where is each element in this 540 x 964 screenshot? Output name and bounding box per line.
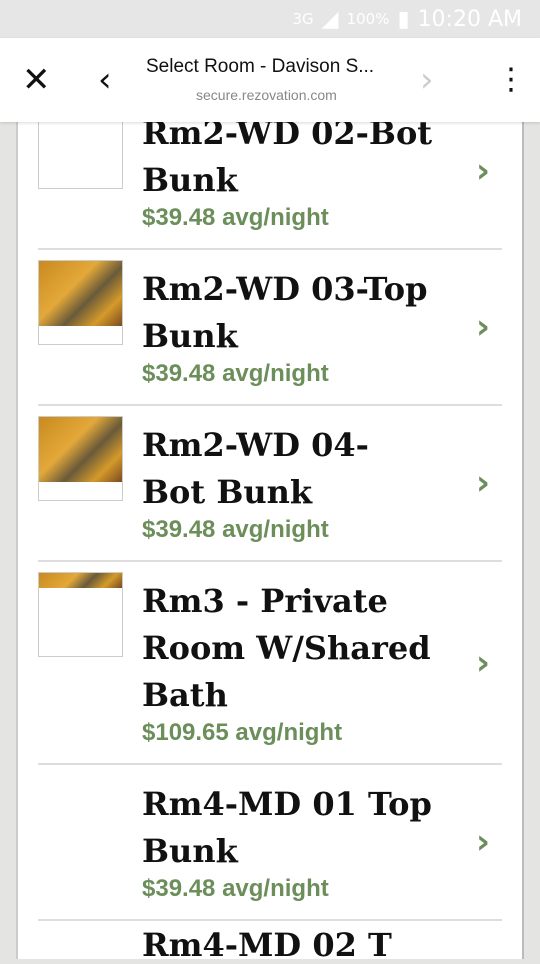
room-photo	[39, 573, 122, 588]
room-thumbnail[interactable]	[38, 260, 123, 345]
status-bar: 3G ◢ 100% ▮ 10:20 AM	[0, 0, 540, 38]
back-icon[interactable]: ‹	[98, 58, 112, 102]
close-icon[interactable]: ✕	[22, 58, 51, 102]
room-name[interactable]: Rm4-MD 01 Top Bunk	[142, 781, 442, 875]
battery-level: 100%	[346, 10, 390, 28]
signal-icon: ◢	[321, 6, 339, 32]
room-thumbnail[interactable]	[38, 416, 123, 501]
clock: 10:20 AM	[417, 6, 522, 32]
room-price: $39.48 avg/night	[142, 360, 329, 387]
room-thumbnail[interactable]	[38, 572, 123, 657]
room-list-item[interactable]: Rm2-WD 03-Top Bunk $39.48 avg/night ›	[38, 250, 502, 406]
network-indicator: 3G	[292, 10, 314, 28]
room-list-card: Rm2-WD 02-Bot Bunk $39.48 avg/night › Rm2-W…	[16, 94, 524, 961]
chevron-right-icon[interactable]: ›	[476, 463, 490, 503]
room-name[interactable]: Rm2-WD 04- Bot Bunk	[142, 422, 442, 516]
room-name[interactable]: Rm2-WD 03-Top Bunk	[142, 266, 442, 360]
room-list-item[interactable]: Rm4-MD 01 Top Bunk $39.48 avg/night ›	[38, 765, 502, 921]
room-price: $109.65 avg/night	[142, 719, 343, 746]
room-photo	[39, 261, 122, 326]
room-name[interactable]: Rm2-WD 02-Bot Bunk	[142, 110, 442, 204]
chevron-right-icon[interactable]: ›	[476, 822, 490, 862]
room-list-item[interactable]: Rm4-MD 02 T	[38, 921, 502, 961]
chevron-right-icon[interactable]: ›	[476, 307, 490, 347]
room-list: Rm2-WD 02-Bot Bunk $39.48 avg/night › Rm2-W…	[18, 94, 522, 961]
room-price: $39.48 avg/night	[142, 516, 329, 543]
chevron-right-icon[interactable]: ›	[476, 643, 490, 683]
chevron-right-icon[interactable]: ›	[476, 151, 490, 191]
page-url: secure.rezovation.com	[196, 87, 337, 103]
forward-icon[interactable]: ›	[420, 58, 434, 102]
room-price: $39.48 avg/night	[142, 875, 329, 902]
battery-icon: ▮	[397, 6, 410, 32]
room-name[interactable]: Rm4-MD 02 T	[142, 929, 442, 961]
browser-toolbar: ✕ ‹ Select Room - Davison S... secure.re…	[0, 38, 540, 122]
page-title: Select Room - Davison S...	[146, 56, 375, 77]
room-list-item[interactable]: Rm2-WD 04- Bot Bunk $39.48 avg/night ›	[38, 406, 502, 562]
room-list-item[interactable]: Rm3 - Private Room W/Shared Bath $109.65 …	[38, 562, 502, 765]
room-price: $39.48 avg/night	[142, 204, 329, 231]
room-name[interactable]: Rm3 - Private Room W/Shared Bath	[142, 578, 442, 719]
more-options-icon[interactable]: ⋮	[496, 58, 526, 102]
room-photo	[39, 417, 122, 482]
